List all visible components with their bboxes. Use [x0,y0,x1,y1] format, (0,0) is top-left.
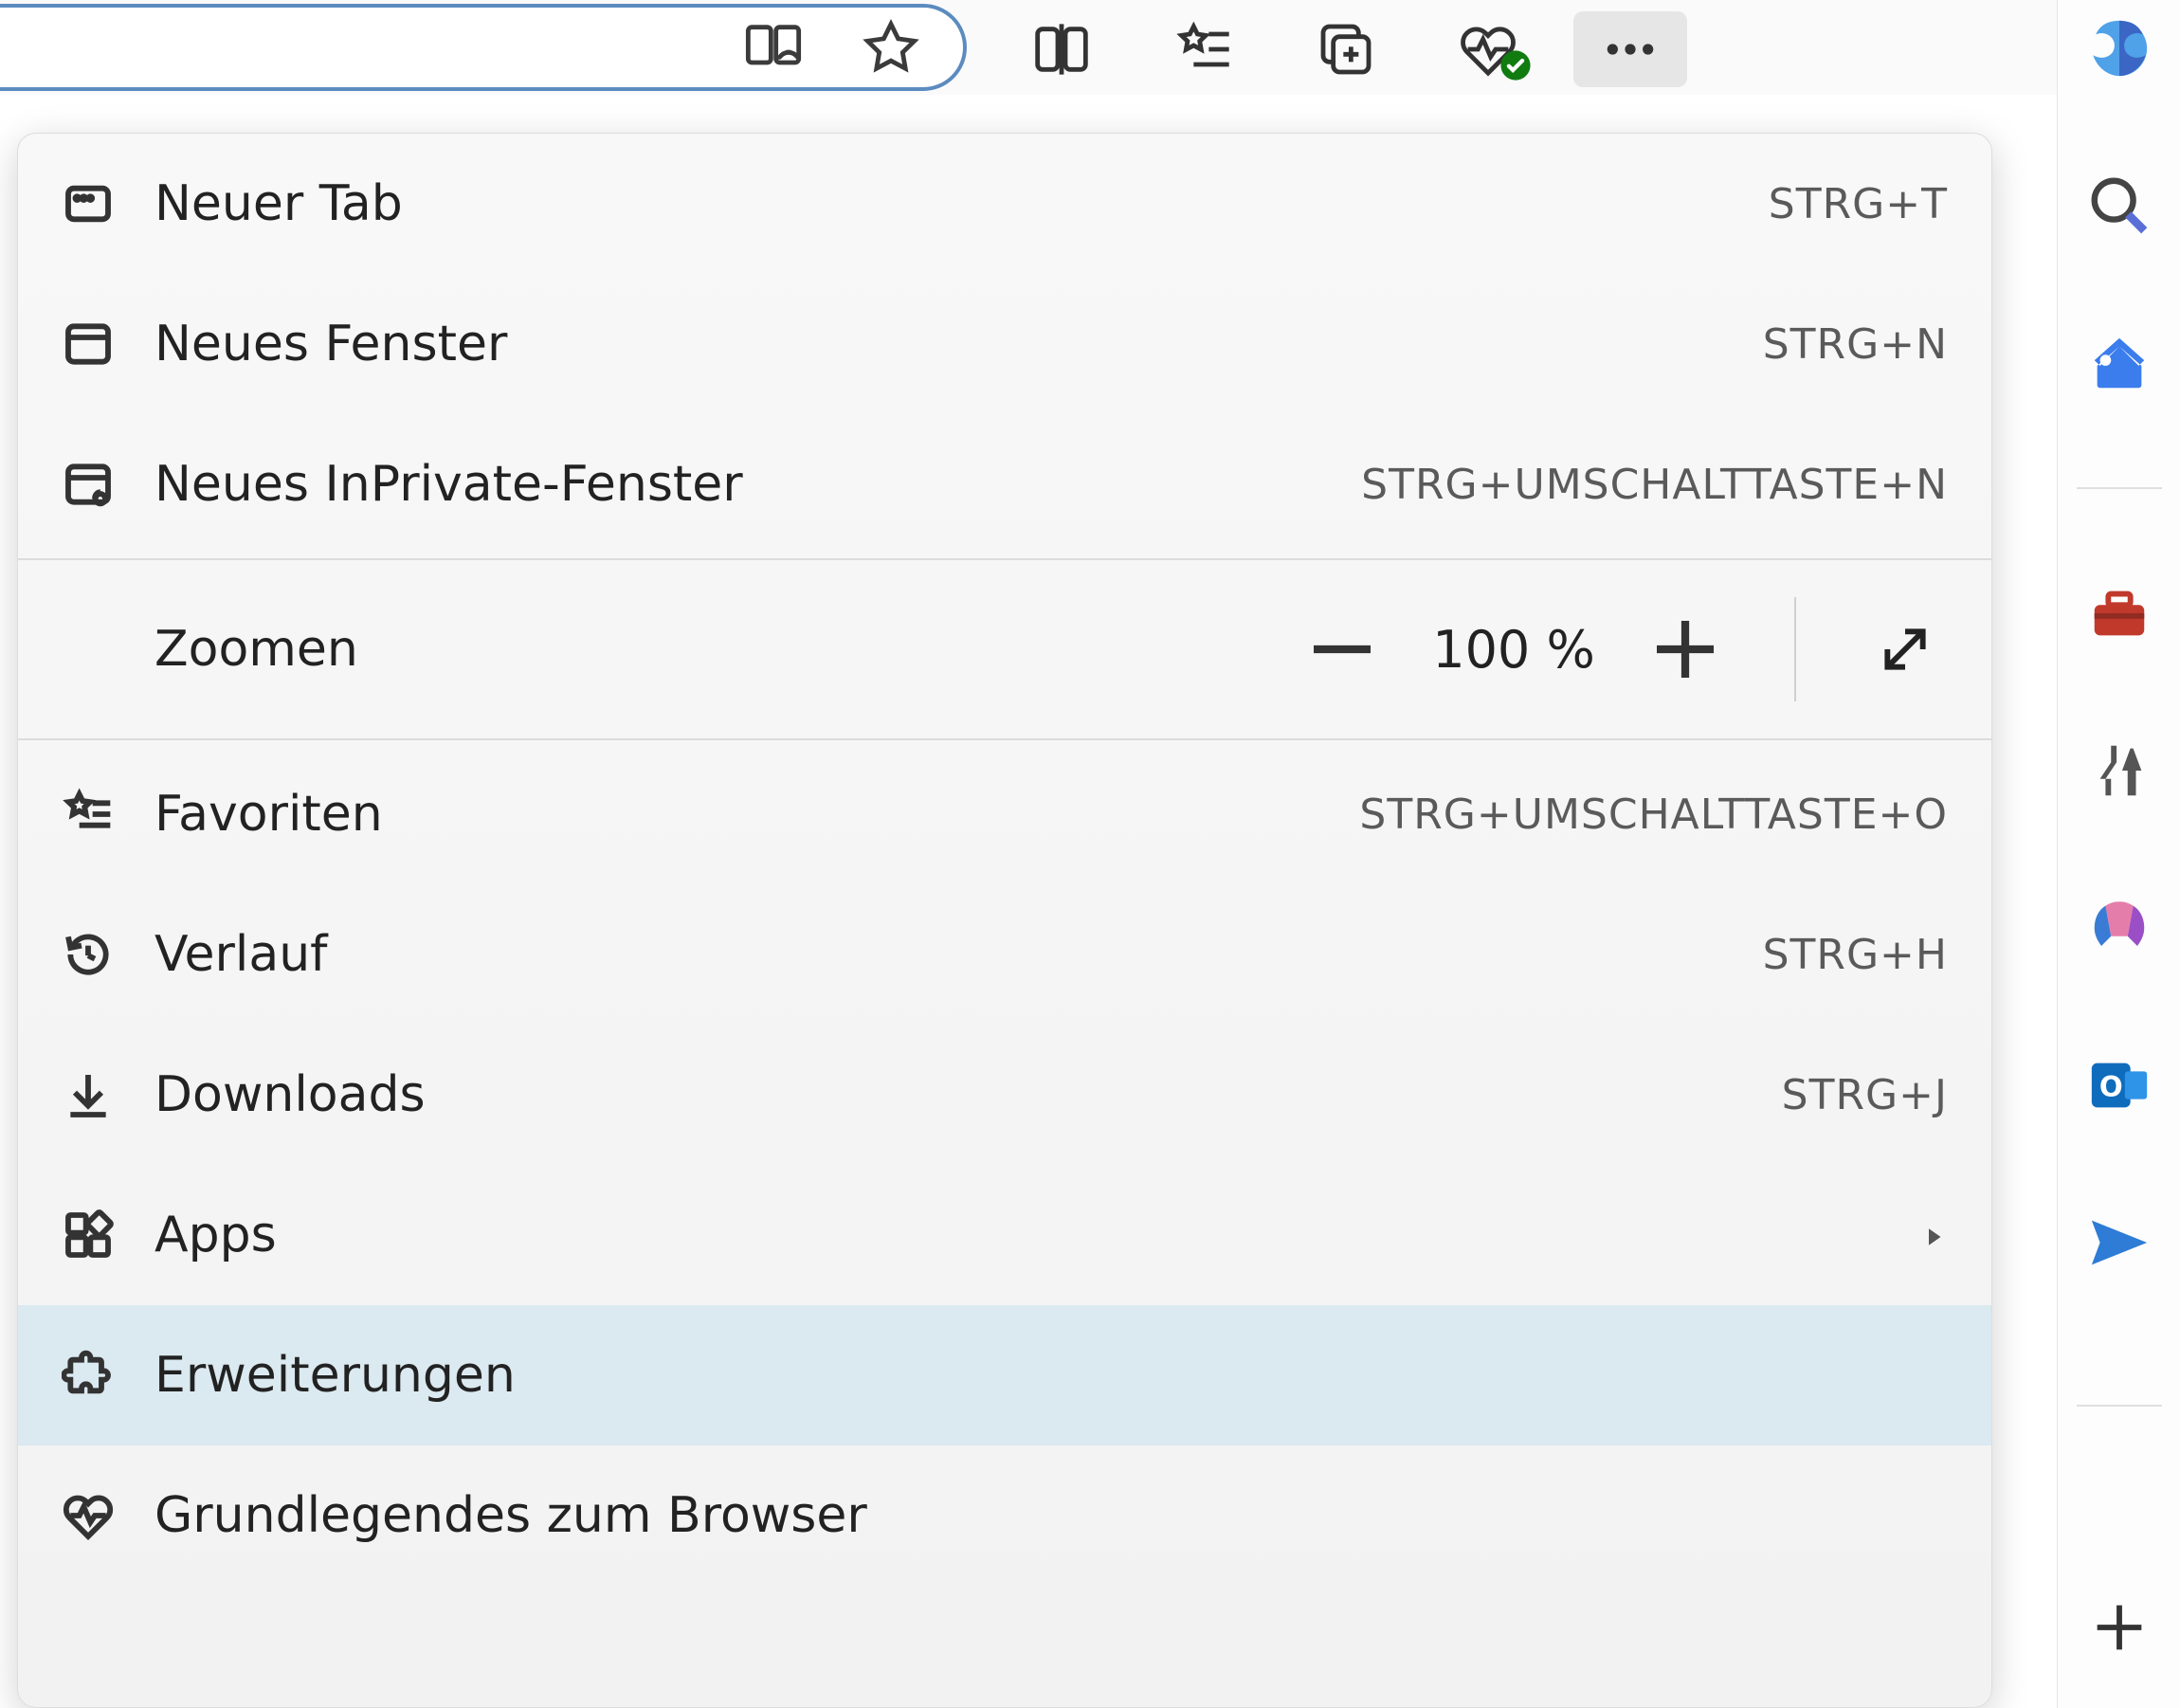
menu-item-browser-essentials[interactable]: Grundlegendes zum Browser [18,1445,1991,1586]
menu-separator [18,558,1991,560]
sidebar-outlook[interactable]: O [2077,1043,2162,1128]
menu-item-label: Grundlegendes zum Browser [154,1487,1948,1544]
reading-view-icon[interactable] [739,13,808,82]
menu-item-new-tab[interactable]: Neuer Tab STRG+T [18,134,1991,274]
menu-item-shortcut: STRG+H [1763,931,1948,979]
zoom-value: 100 % [1428,620,1599,680]
menu-item-favorites[interactable]: Favoriten STRG+UMSCHALTTASTE+O [18,744,1991,884]
sidebar-copilot[interactable] [2077,6,2162,91]
menu-item-downloads[interactable]: Downloads STRG+J [18,1025,1991,1165]
menu-item-shortcut: STRG+T [1769,180,1948,228]
zoom-in-button[interactable] [1643,607,1728,692]
menu-item-label: Neues Fenster [154,316,1723,372]
menu-item-label: Neues InPrivate-Fenster [154,456,1321,513]
menu-item-label: Erweiterungen [154,1347,1948,1404]
sidebar-add-button[interactable] [2077,1585,2162,1670]
sidebar-shopping[interactable] [2077,320,2162,406]
sidebar-separator [2077,487,2162,489]
menu-item-inprivate[interactable]: Neues InPrivate-Fenster STRG+UMSCHALTTAS… [18,414,1991,554]
favorites-button[interactable] [1147,11,1261,87]
menu-item-apps[interactable]: Apps [18,1165,1991,1305]
menu-item-shortcut: STRG+J [1782,1071,1948,1119]
sidebar-send[interactable] [2077,1200,2162,1285]
menu-item-label: Neuer Tab [154,175,1729,232]
sidebar-office[interactable] [2077,885,2162,971]
new-window-icon [62,318,115,371]
fullscreen-button[interactable] [1862,607,1948,692]
menu-item-new-window[interactable]: Neues Fenster STRG+N [18,274,1991,414]
split-screen-button[interactable] [1005,11,1118,87]
sidebar-separator [2077,1405,2162,1407]
toolbar-actions [967,8,1687,87]
edge-sidebar: O [2057,0,2180,1708]
menu-item-shortcut: STRG+UMSCHALTTASTE+N [1361,461,1948,509]
menu-item-label: Apps [154,1207,1880,1263]
sidebar-tools[interactable] [2077,571,2162,656]
favorite-star-icon[interactable] [857,13,925,82]
chevron-right-icon [1919,1207,1948,1263]
inprivate-icon [62,458,115,511]
divider [1794,597,1796,701]
browser-essentials-icon [62,1489,115,1542]
collections-button[interactable] [1289,11,1403,87]
zoom-label: Zoomen [154,621,1260,678]
address-input[interactable] [0,24,690,72]
sidebar-search[interactable] [2077,163,2162,248]
downloads-icon [62,1068,115,1121]
menu-item-label: Verlauf [154,926,1723,983]
settings-more-menu: Neuer Tab STRG+T Neues Fenster STRG+N Ne… [17,133,1992,1708]
menu-item-shortcut: STRG+N [1763,320,1948,369]
address-bar[interactable] [0,4,967,91]
sidebar-games[interactable] [2077,728,2162,813]
menu-item-label: Favoriten [154,786,1319,843]
apps-icon [62,1208,115,1262]
extensions-icon [62,1349,115,1402]
menu-item-zoom: Zoomen 100 % [18,564,1991,735]
menu-item-extensions[interactable]: Erweiterungen [18,1305,1991,1445]
svg-text:O: O [2098,1071,2122,1103]
menu-separator [18,738,1991,740]
browser-toolbar [0,0,2180,95]
menu-item-shortcut: STRG+UMSCHALTTASTE+O [1359,790,1948,839]
zoom-out-button[interactable] [1299,607,1385,692]
favorites-icon [62,788,115,841]
new-tab-icon [62,177,115,230]
settings-and-more-button[interactable] [1573,11,1687,87]
browser-health-button[interactable] [1431,11,1545,87]
menu-item-history[interactable]: Verlauf STRG+H [18,884,1991,1025]
menu-item-label: Downloads [154,1066,1742,1123]
history-icon [62,928,115,981]
